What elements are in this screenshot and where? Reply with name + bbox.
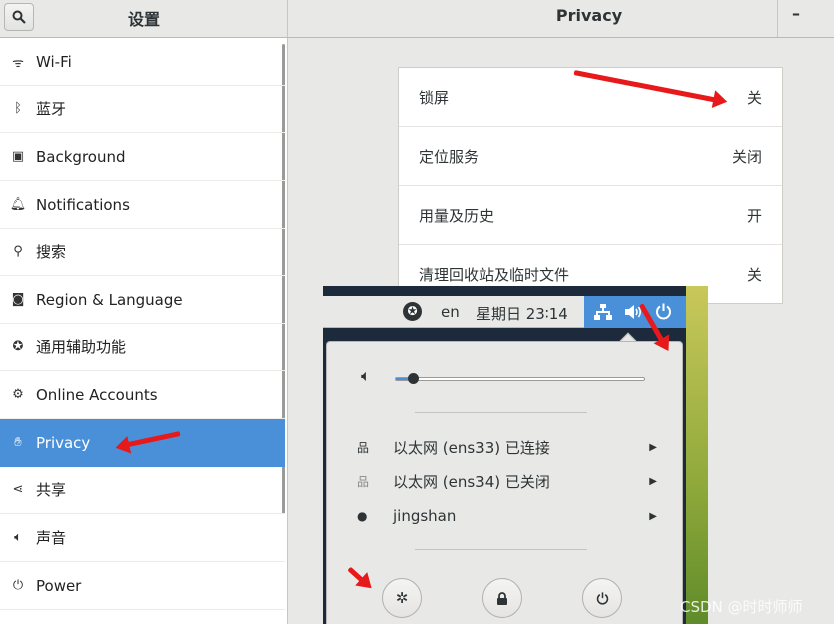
search-icon: ⚲ (13, 244, 23, 259)
speaker-icon: 🔈︎ (14, 530, 22, 545)
top-bar: ✪ en 星期日 23∶14 (323, 296, 686, 328)
volume-slider-handle[interactable] (407, 373, 419, 384)
network-wired-icon (594, 304, 612, 320)
sidebar-item-online-accounts[interactable]: ⚙ Online Accounts (0, 371, 285, 419)
sidebar: ᯤ Wi-Fi ᛒ 蓝牙 ▣ Background 🔔︎ Notificatio… (0, 38, 288, 624)
accessibility-icon[interactable]: ✪ (403, 302, 422, 321)
chevron-right-icon: ▶ (649, 510, 657, 522)
menu-item-label: 以太网 (ens34) 已关闭 (393, 472, 550, 491)
sidebar-item-label: 声音 (36, 529, 67, 547)
privacy-row-value: 开 (746, 207, 762, 225)
sidebar-item-label: Privacy (36, 433, 91, 452)
sidebar-item-sharing[interactable]: ⋖ 共享 (0, 466, 285, 514)
network-wired-icon: 品 (357, 440, 370, 455)
menu-separator (415, 549, 587, 550)
sidebar-item-label: Background (36, 147, 126, 166)
sidebar-item-label: Region & Language (36, 290, 183, 309)
header-divider (777, 0, 778, 37)
page-title: Privacy (555, 6, 623, 25)
sidebar-item-accessibility[interactable]: ✪ 通用辅助功能 (0, 323, 285, 371)
background-icon: ▣ (11, 149, 25, 164)
power-icon (596, 591, 608, 605)
sidebar-item-label: 共享 (36, 481, 67, 499)
lock-icon (497, 591, 507, 605)
sidebar-item-background[interactable]: ▣ Background (0, 133, 285, 181)
sidebar-item-label: Wi-Fi (36, 52, 72, 71)
lock-button[interactable] (482, 578, 522, 618)
privacy-row-value: 关 (746, 89, 762, 107)
chevron-right-icon: ▶ (649, 441, 657, 453)
sidebar-item-label: Notifications (36, 195, 130, 214)
sidebar-item-region-language[interactable]: ◙ Region & Language (0, 276, 285, 324)
privacy-row-label: 清理回收站及临时文件 (419, 266, 570, 284)
chevron-right-icon: ▶ (649, 475, 657, 487)
sidebar-item-label: Power (36, 576, 82, 595)
menu-separator (415, 412, 587, 413)
privacy-row-value: 关闭 (731, 148, 762, 166)
bell-icon: 🔔︎ (9, 197, 27, 212)
accessibility-icon: ✪ (12, 339, 24, 354)
input-language[interactable]: en (441, 303, 460, 321)
power-off-button[interactable] (582, 578, 622, 618)
sidebar-item-notifications[interactable]: 🔔︎ Notifications (0, 181, 285, 229)
menu-item-user[interactable]: ● jingshan ▶ (357, 502, 657, 530)
privacy-row-label: 锁屏 (419, 89, 450, 107)
user-icon: ● (357, 509, 368, 523)
privacy-row-value: 关 (746, 266, 762, 284)
bluetooth-icon: ᛒ (14, 101, 22, 116)
sidebar-item-label: 通用辅助功能 (36, 338, 127, 356)
header-left: 设置 (0, 0, 288, 37)
settings-button[interactable]: ✲ (382, 578, 422, 618)
sidebar-item-label: 搜索 (36, 243, 67, 261)
hand-icon: ✋︎ (14, 435, 22, 450)
sidebar-item-search[interactable]: ⚲ 搜索 (0, 228, 285, 276)
volume-slider[interactable] (395, 377, 645, 381)
privacy-row-location[interactable]: 定位服务 关闭 (399, 127, 782, 186)
menu-item-ethernet-ens33[interactable]: 品 以太网 (ens33) 已连接 ▶ (357, 433, 657, 461)
clock[interactable]: 星期日 23∶14 (476, 303, 568, 324)
power-icon (656, 303, 671, 320)
privacy-row-usage-history[interactable]: 用量及历史 开 (399, 186, 782, 245)
sidebar-item-label: 蓝牙 (36, 100, 67, 118)
system-status-area[interactable] (584, 296, 686, 328)
settings-icon: ✲ (395, 589, 409, 607)
menu-item-ethernet-ens34[interactable]: 品 以太网 (ens34) 已关闭 ▶ (357, 467, 657, 495)
sidebar-item-wifi[interactable]: ᯤ Wi-Fi (0, 38, 285, 86)
power-icon: ⏻ (12, 578, 24, 593)
sidebar-item-bluetooth[interactable]: ᛒ 蓝牙 (0, 85, 285, 133)
sidebar-item-power[interactable]: ⏻ Power (0, 562, 285, 610)
menu-item-label: 以太网 (ens33) 已连接 (393, 438, 550, 457)
sidebar-item-label: Online Accounts (36, 385, 158, 404)
desktop-wallpaper-strip (686, 286, 708, 624)
share-icon: ⋖ (12, 482, 24, 497)
menu-item-label: jingshan (393, 507, 457, 525)
camera-icon: ◙ (11, 292, 25, 307)
online-accounts-icon: ⚙ (12, 387, 24, 402)
volume-muted-icon: 🔈︎ (361, 366, 371, 385)
settings-title: 设置 (127, 10, 160, 29)
minimize-button[interactable]: – (792, 4, 800, 23)
header-bar: 设置 Privacy – (0, 0, 834, 38)
sidebar-item-sound[interactable]: 🔈︎ 声音 (0, 514, 285, 562)
privacy-row-label: 用量及历史 (419, 207, 495, 225)
watermark: CSDN @时时师师 (680, 598, 803, 616)
system-menu-overlay: ✪ en 星期日 23∶14 🔈︎ 品 以太网 (ens33) 已连接 ▶ 品 … (323, 286, 708, 624)
privacy-row-label: 定位服务 (419, 148, 480, 166)
wifi-icon: ᯤ (12, 55, 24, 71)
system-menu: 🔈︎ 品 以太网 (ens33) 已连接 ▶ 品 以太网 (ens34) 已关闭… (326, 341, 683, 624)
network-wired-off-icon: 品 (357, 474, 370, 489)
